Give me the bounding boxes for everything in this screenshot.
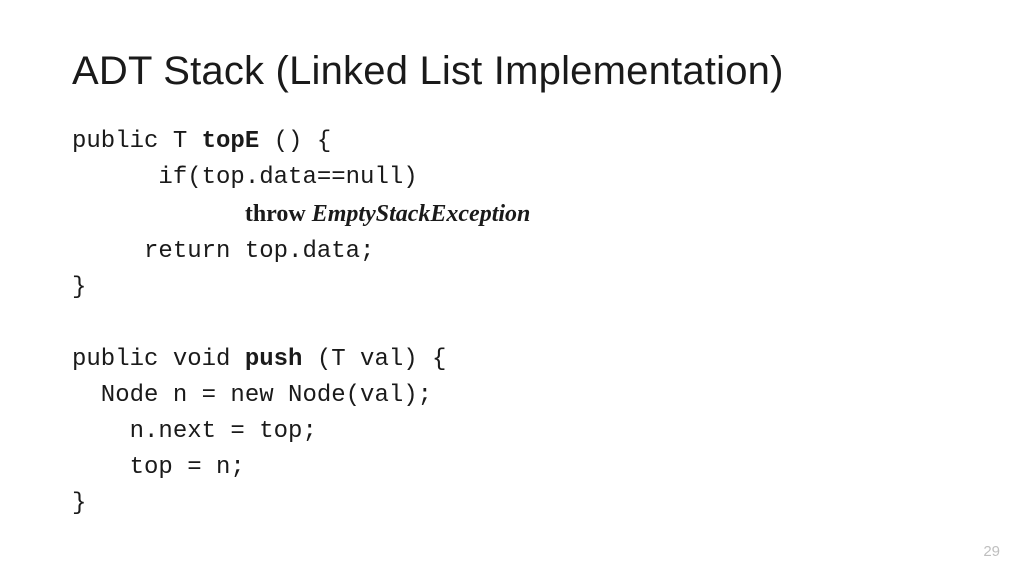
code-line: n.next = top; [72, 418, 317, 445]
code-block: public T topE () { if(top.data==null) th… [72, 124, 952, 522]
code-line: } [72, 274, 86, 301]
code-line: } [72, 490, 86, 517]
code-exception: EmptyStackException [312, 201, 531, 227]
code-line: if(top.data==null) [72, 164, 418, 191]
code-line: return top.data; [72, 238, 374, 265]
slide-title: ADT Stack (Linked List Implementation) [72, 48, 952, 94]
code-method-name: topE [202, 128, 260, 155]
code-throw: throw [245, 201, 312, 227]
code-indent [72, 202, 245, 229]
code-line: public T [72, 128, 202, 155]
code-method-name: push [245, 346, 303, 373]
slide: ADT Stack (Linked List Implementation) p… [0, 0, 1024, 576]
code-blank [72, 310, 86, 337]
code-line: (T val) { [302, 346, 446, 373]
code-line: Node n = new Node(val); [72, 382, 432, 409]
page-number: 29 [983, 543, 1000, 560]
code-line: public void [72, 346, 245, 373]
code-line: top = n; [72, 454, 245, 481]
code-line: () { [259, 128, 331, 155]
